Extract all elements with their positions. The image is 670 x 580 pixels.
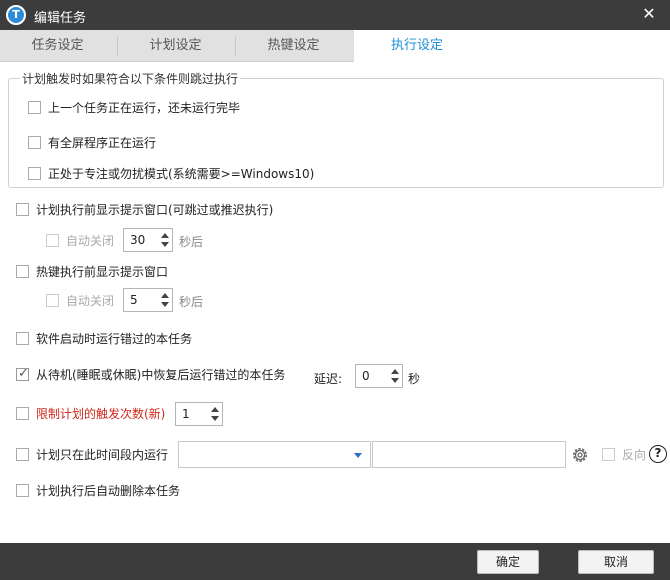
limit-count-value: 1 — [182, 407, 190, 421]
close-icon[interactable]: ✕ — [640, 5, 658, 23]
time-window-label: 计划只在此时间段内运行 — [36, 448, 169, 462]
startup-missed-label: 软件启动时运行错过的本任务 — [36, 332, 193, 346]
hotkey-auto-close-label: 自动关闭 — [66, 294, 115, 308]
delete-after-checkbox[interactable] — [16, 484, 29, 497]
limit-count-stepper[interactable]: 1 — [175, 402, 223, 426]
stepper-up-icon[interactable] — [209, 404, 221, 414]
delay-stepper[interactable]: 0 — [355, 364, 403, 388]
hotkey-prompt-label: 热键执行前显示提示窗口 — [36, 265, 169, 279]
reverse-label: 反向 — [622, 448, 647, 462]
ok-button[interactable]: 确定 — [477, 550, 539, 574]
stepper-down-icon[interactable] — [159, 240, 171, 250]
resume-missed-label: 从待机(睡眠或休眠)中恢复后运行错过的本任务 — [36, 368, 286, 382]
resume-missed-checkbox[interactable] — [16, 365, 29, 383]
edit-task-dialog: T 编辑任务 ✕ 任务设定 计划设定 热键设定 执行设定 计划触发时如果符合以下… — [0, 0, 670, 580]
title-bar: T 编辑任务 ✕ — [0, 0, 670, 30]
skip-previous-running-label: 上一个任务正在运行，还未运行完毕 — [48, 101, 241, 115]
stepper-up-icon[interactable] — [159, 230, 171, 240]
window-title: 编辑任务 — [34, 11, 87, 26]
reverse-checkbox[interactable] — [602, 448, 615, 461]
plan-seconds-stepper[interactable]: 30 — [123, 228, 173, 252]
delay-unit: 秒 — [408, 372, 421, 386]
time-window-dropdown[interactable] — [178, 441, 371, 468]
gear-icon[interactable] — [570, 445, 590, 465]
time-window-checkbox[interactable] — [16, 448, 29, 461]
tab-execution-settings[interactable]: 执行设定 — [354, 30, 670, 62]
dialog-footer: 确定 取消 — [0, 543, 670, 580]
chevron-down-icon[interactable] — [354, 453, 362, 458]
limit-count-label: 限制计划的触发次数(新) — [36, 407, 166, 421]
skip-previous-running-checkbox[interactable] — [28, 101, 41, 114]
startup-missed-checkbox[interactable] — [16, 332, 29, 345]
delete-after-label: 计划执行后自动删除本任务 — [36, 484, 181, 498]
help-icon[interactable]: ? — [649, 445, 667, 463]
skip-conditions-legend: 计划触发时如果符合以下条件则跳过执行 — [20, 70, 241, 87]
plan-seconds-value: 30 — [130, 233, 146, 247]
skip-focus-mode-checkbox[interactable] — [28, 167, 41, 180]
skip-fullscreen-label: 有全屏程序正在运行 — [48, 136, 157, 150]
delay-label: 延迟: — [314, 372, 343, 386]
plan-auto-close-label: 自动关闭 — [66, 234, 115, 248]
plan-auto-close-checkbox[interactable] — [46, 234, 59, 247]
hotkey-seconds-stepper[interactable]: 5 — [123, 288, 173, 312]
tab-plan-settings[interactable]: 计划设定 — [118, 30, 233, 62]
hotkey-prompt-checkbox[interactable] — [16, 265, 29, 278]
time-window-text-field[interactable] — [372, 441, 566, 468]
plan-seconds-unit: 秒后 — [179, 235, 204, 249]
tab-task-settings[interactable]: 任务设定 — [0, 30, 115, 62]
hotkey-auto-close-checkbox[interactable] — [46, 294, 59, 307]
tab-hotkey-settings[interactable]: 热键设定 — [236, 30, 351, 62]
tab-bar: 任务设定 计划设定 热键设定 执行设定 — [0, 30, 670, 62]
stepper-up-icon[interactable] — [389, 366, 401, 376]
plan-prompt-label: 计划执行前显示提示窗口(可跳过或推迟执行) — [36, 203, 274, 217]
stepper-up-icon[interactable] — [159, 290, 171, 300]
cancel-button[interactable]: 取消 — [578, 550, 654, 574]
stepper-down-icon[interactable] — [209, 414, 221, 424]
skip-focus-mode-label: 正处于专注或勿扰模式(系统需要>=Windows10) — [48, 167, 315, 181]
stepper-down-icon[interactable] — [159, 300, 171, 310]
app-logo-icon: T — [6, 5, 26, 25]
delay-value: 0 — [362, 369, 370, 383]
plan-prompt-checkbox[interactable] — [16, 203, 29, 216]
limit-count-checkbox[interactable] — [16, 407, 29, 420]
stepper-down-icon[interactable] — [389, 376, 401, 386]
skip-fullscreen-checkbox[interactable] — [28, 136, 41, 149]
hotkey-seconds-unit: 秒后 — [179, 295, 204, 309]
hotkey-seconds-value: 5 — [130, 293, 138, 307]
